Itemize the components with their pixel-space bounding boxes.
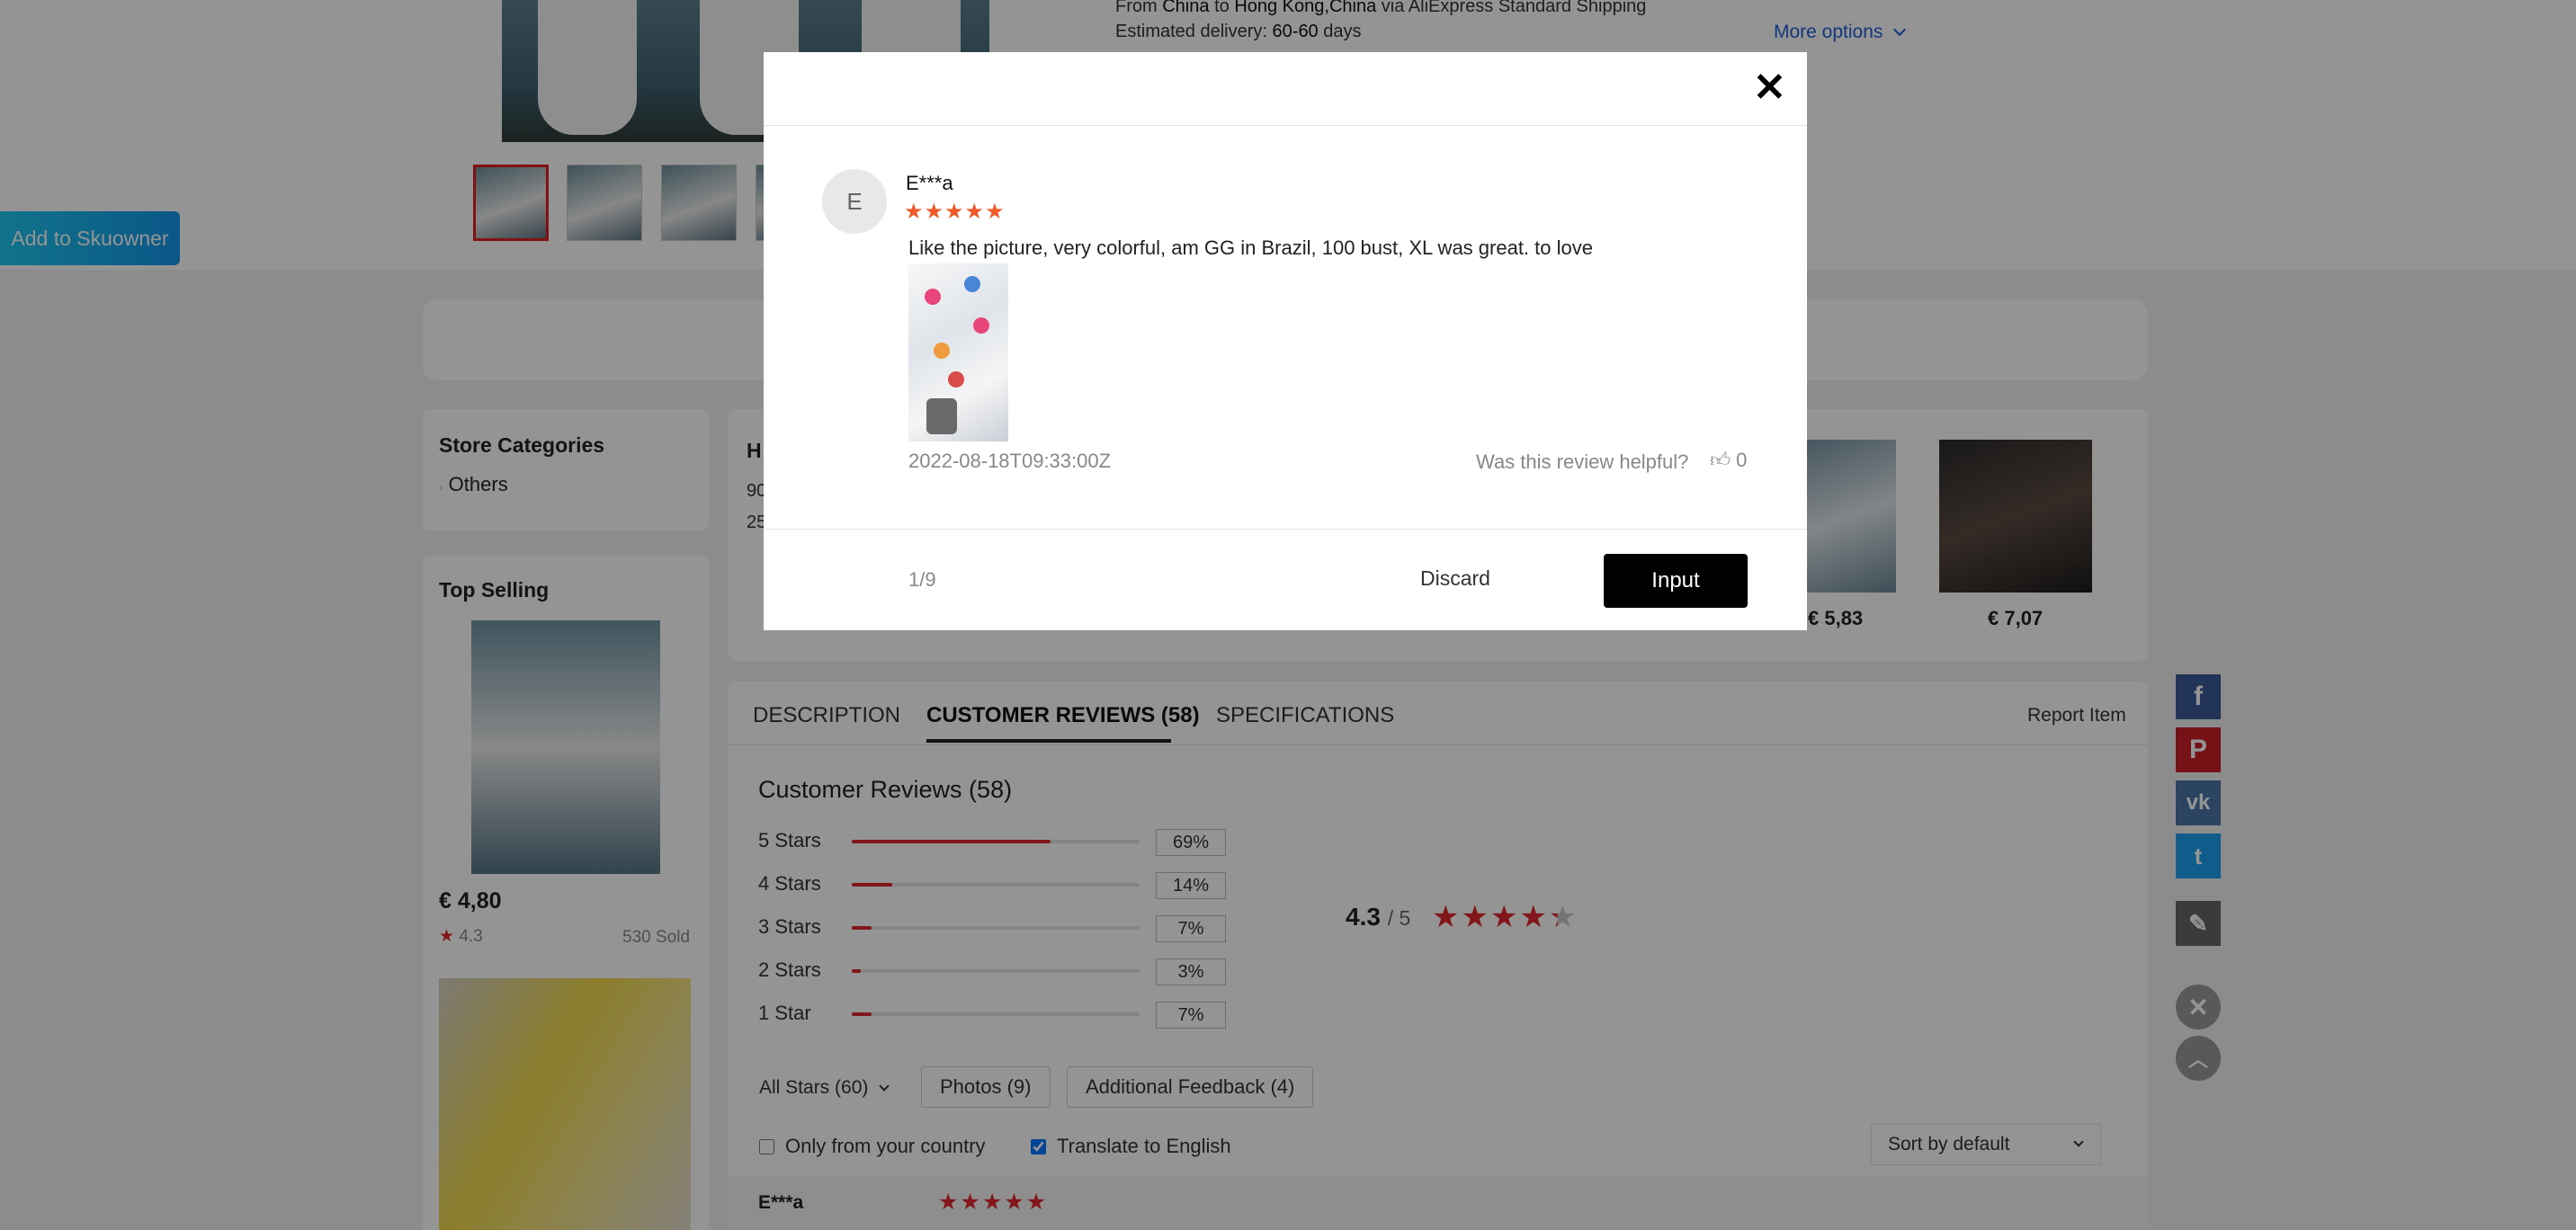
review-stars: ★★★★★ xyxy=(904,199,1006,225)
star-icon: ★ xyxy=(964,200,986,224)
star-icon: ★ xyxy=(985,200,1006,224)
helpful-label: Was this review helpful? xyxy=(1476,450,1689,473)
modal-footer-divider xyxy=(764,529,1807,530)
input-button[interactable]: Input xyxy=(1604,554,1748,608)
review-text: Like the picture, very colorful, am GG i… xyxy=(908,236,1593,259)
review-modal: ✕ E E***a ★★★★★ Like the picture, very c… xyxy=(764,52,1807,630)
close-icon[interactable]: ✕ xyxy=(1753,68,1786,108)
star-icon: ★ xyxy=(904,200,925,224)
star-icon: ★ xyxy=(924,200,945,224)
helpful-count: 0 xyxy=(1736,449,1748,471)
review-username: E***a xyxy=(906,172,953,194)
review-date: 2022-08-18T09:33:00Z xyxy=(908,450,1112,472)
modal-header-divider xyxy=(764,125,1807,126)
discard-button[interactable]: Discard xyxy=(1420,566,1490,591)
star-icon: ★ xyxy=(944,200,965,224)
avatar: E xyxy=(822,169,887,234)
review-pagination: 1/9 xyxy=(908,568,936,591)
thumbs-up-icon[interactable]: 👍︎ xyxy=(1710,449,1731,471)
review-photo[interactable] xyxy=(908,263,1008,441)
helpful-vote[interactable]: 👍︎ 0 xyxy=(1710,448,1747,472)
